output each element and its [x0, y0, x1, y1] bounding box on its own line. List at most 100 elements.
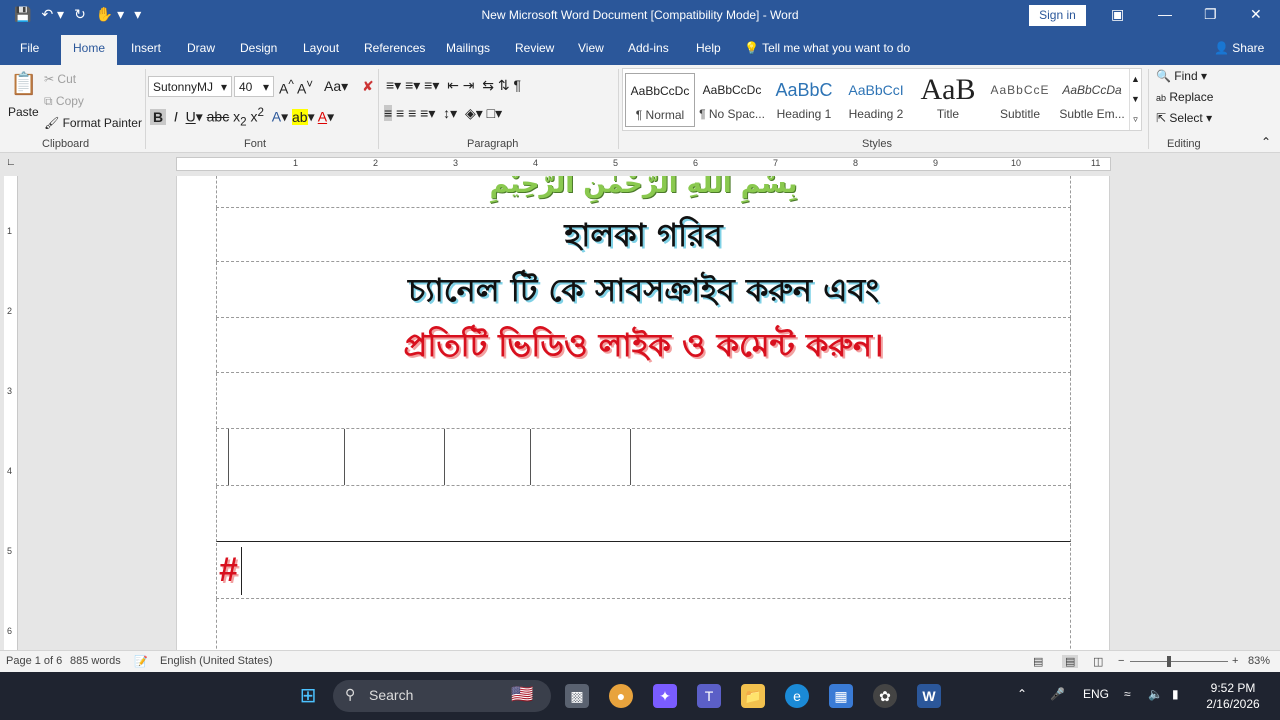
cut-button[interactable]: ✂ Cut [44, 72, 76, 86]
tab-file[interactable]: File [20, 41, 39, 55]
style-name: Subtitle [999, 107, 1041, 121]
table-cell[interactable] [228, 429, 229, 485]
table-row[interactable]: بِسْمِ اللهِ الرَّحْمٰنِ الرَّحِيْمِ [216, 176, 1071, 208]
app-icon[interactable]: ✿ [873, 684, 897, 708]
divider [145, 69, 146, 149]
read-mode-icon[interactable]: ▤ [1033, 655, 1043, 668]
battery-icon[interactable]: ▮ [1172, 687, 1179, 701]
restore-icon[interactable]: ❐ [1204, 6, 1217, 23]
ruler-tick: 1 [293, 158, 299, 168]
word-count[interactable]: 885 words [70, 655, 121, 667]
task-view-icon[interactable]: ▩ [565, 684, 589, 708]
style-normal[interactable]: AaBbCcDc ¶ Normal [625, 73, 695, 127]
tab-layout[interactable]: Layout [303, 41, 339, 55]
ribbon-display-icon[interactable]: ▣ [1111, 6, 1124, 23]
styles-scroll[interactable]: ▲ ▼ ▿ [1129, 69, 1141, 130]
file-explorer-icon[interactable]: 📁 [741, 684, 765, 708]
sign-in-button[interactable]: Sign in [1029, 5, 1086, 26]
style-subtitle[interactable]: AaBbCcE Subtitle [985, 73, 1055, 127]
chrome-icon[interactable]: ● [609, 684, 633, 708]
clock[interactable]: 9:52 PM 2/16/2026 [1200, 680, 1266, 712]
font-size-input[interactable]: 40 ▾ [234, 76, 274, 97]
edge-icon[interactable]: e [785, 684, 809, 708]
zoom-out-icon[interactable]: − [1118, 655, 1124, 667]
alignment-buttons[interactable]: ≡ ≡ ≡ ≡▾ ↕▾ ◈▾ □▾ [384, 105, 502, 122]
style-preview: AaBbCcDc [630, 84, 690, 98]
style-title[interactable]: AaB Title [913, 73, 983, 127]
table-cell[interactable] [530, 429, 531, 485]
tab-references[interactable]: References [364, 41, 425, 55]
tab-review[interactable]: Review [515, 41, 554, 55]
close-icon[interactable]: ✕ [1250, 6, 1262, 23]
zoom-slider[interactable] [1130, 661, 1228, 662]
table-row[interactable] [216, 429, 1071, 486]
table-row[interactable] [216, 486, 1071, 542]
teams-icon[interactable]: T [697, 684, 721, 708]
microphone-icon[interactable]: 🎤 [1050, 687, 1065, 701]
style-no-spacing[interactable]: AaBbCcDc ¶ No Spac... [697, 73, 767, 127]
format-painter-button[interactable]: 🖌 Format Painter [44, 116, 142, 130]
zoom-slider-thumb[interactable] [1167, 656, 1171, 667]
tell-me-search[interactable]: 💡 Tell me what you want to do [744, 41, 910, 55]
tab-help[interactable]: Help [696, 41, 721, 55]
clear-formatting-icon[interactable]: ✘ [362, 78, 374, 95]
table-row[interactable]: প্রতিটি ভিডিও লাইক ও কমেন্ট করুন। [216, 318, 1071, 373]
tab-view[interactable]: View [578, 41, 604, 55]
copy-button[interactable]: ⧉ Copy [44, 94, 84, 109]
table-row[interactable]: # [216, 543, 1071, 599]
minimize-icon[interactable]: — [1158, 6, 1172, 22]
style-subtle-emphasis[interactable]: AaBbCcDa Subtle Em... [1057, 73, 1127, 127]
volume-icon[interactable]: 🔈 [1148, 687, 1163, 701]
table-cell[interactable] [630, 429, 631, 485]
word-icon[interactable]: W [917, 684, 941, 708]
zoom-in-icon[interactable]: + [1232, 655, 1238, 667]
tab-mailings[interactable]: Mailings [446, 41, 490, 55]
table-row[interactable] [216, 373, 1071, 429]
font-name-input[interactable]: SutonnyMJ ▾ [148, 76, 232, 97]
list-buttons[interactable]: ≡▾ ≡▾ ≡▾ ⇤ ⇥ ⇆ ⇅ ¶ [386, 77, 521, 94]
vertical-ruler[interactable]: 1 2 3 4 5 6 [4, 176, 18, 650]
ruler-tick: 4 [7, 466, 13, 476]
find-button[interactable]: 🔍 Find ▾ [1156, 69, 1207, 83]
share-button[interactable]: 👤 Share [1214, 41, 1264, 55]
table-row[interactable]: হালকা গরিব [216, 208, 1071, 262]
document-page[interactable]: بِسْمِ اللهِ الرَّحْمٰنِ الرَّحِيْمِ হাল… [176, 176, 1110, 650]
brush-icon: 🖌 [44, 116, 60, 130]
replace-button[interactable]: ab Replace [1156, 90, 1213, 104]
store-icon[interactable]: ▦ [829, 684, 853, 708]
font-format-buttons[interactable]: B I U▾ abc x2 x2 A▾ ab▾ A▾ [150, 106, 390, 128]
cut-label: Cut [57, 72, 77, 86]
paste-button[interactable]: Paste [8, 105, 39, 119]
windows-start-icon[interactable]: ⊞ [296, 684, 320, 708]
tab-insert[interactable]: Insert [131, 41, 161, 55]
tab-design[interactable]: Design [240, 41, 277, 55]
replace-label: Replace [1169, 90, 1214, 104]
style-heading-2[interactable]: AaBbCcI Heading 2 [841, 73, 911, 127]
copilot-icon[interactable]: ✦ [653, 684, 677, 708]
select-button[interactable]: ⇱ Select ▾ [1156, 111, 1212, 125]
taskbar-search[interactable]: ⚲ Search 🇺🇸 [333, 680, 551, 712]
paste-icon[interactable]: 📋 [10, 71, 37, 97]
change-case-button[interactable]: Aa▾ [324, 78, 348, 95]
collapse-ribbon-icon[interactable]: ⌃ [1261, 135, 1271, 149]
page-count[interactable]: Page 1 of 6 [6, 655, 62, 667]
tab-home[interactable]: Home [61, 35, 118, 65]
zoom-level[interactable]: 83% [1248, 655, 1270, 667]
language-indicator[interactable]: ENG [1083, 687, 1109, 701]
print-layout-icon[interactable]: ▤ [1062, 655, 1079, 668]
tab-selector[interactable]: ∟ [6, 157, 16, 168]
font-grow-shrink-buttons[interactable]: A^ A˅ [279, 78, 313, 97]
language-status[interactable]: English (United States) [160, 655, 273, 667]
style-heading-1[interactable]: AaBbC Heading 1 [769, 73, 839, 127]
table-cell[interactable] [444, 429, 445, 485]
tab-draw[interactable]: Draw [187, 41, 215, 55]
chevron-up-icon[interactable]: ⌃ [1017, 687, 1027, 701]
proofing-icon[interactable]: 📝 [134, 655, 148, 668]
table-row[interactable]: চ্যানেল টি কে সাবসক্রাইব করুন এবং [216, 262, 1071, 318]
wifi-icon[interactable]: ≈ [1124, 687, 1131, 701]
table-row[interactable] [216, 599, 1071, 650]
web-layout-icon[interactable]: ◫ [1093, 655, 1103, 668]
tab-addins[interactable]: Add-ins [628, 41, 669, 55]
horizontal-ruler[interactable]: 1 2 3 4 5 6 7 8 9 10 11 [176, 157, 1111, 171]
table-cell[interactable] [344, 429, 345, 485]
